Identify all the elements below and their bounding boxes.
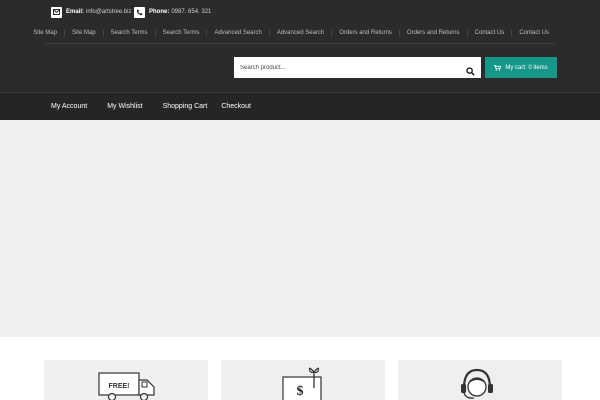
- site-header: Email: info@artstree.biz Phone: 0987. 65…: [0, 0, 600, 92]
- email-contact: Email: info@artstree.biz: [51, 5, 131, 19]
- top-link-search-terms-2[interactable]: Search Terms: [154, 30, 207, 36]
- top-link-contact-us[interactable]: Contact Us: [466, 30, 512, 36]
- email-label: Email:: [66, 9, 85, 15]
- phone-value: 0987. 654. 321: [171, 9, 212, 15]
- phone-label: Phone:: [149, 9, 170, 15]
- truck-badge-text: FREE!: [109, 383, 130, 390]
- top-link-advanced-search-2[interactable]: Advanced Search: [268, 30, 331, 36]
- dollar-symbol: $: [297, 384, 304, 399]
- phone-contact: Phone: 0987. 654. 321: [134, 5, 211, 19]
- support-headset-icon: [461, 368, 493, 399]
- cart-button[interactable]: My cart: 0 items: [485, 57, 557, 78]
- top-link-advanced-search[interactable]: Advanced Search: [206, 30, 268, 36]
- email-value[interactable]: info@artstree.biz: [86, 9, 131, 15]
- main-nav: My Account My Wishlist Shopping Cart Che…: [0, 92, 600, 120]
- feature-box-gift: $: [221, 360, 385, 400]
- nav-checkout[interactable]: Checkout: [214, 103, 258, 110]
- nav-my-wishlist[interactable]: My Wishlist: [100, 103, 149, 110]
- cart-icon: [494, 64, 502, 71]
- top-links: Site Map Site Map Search Terms Search Te…: [26, 27, 556, 39]
- search-bar: [234, 57, 481, 78]
- feature-box-shipping: FREE!: [44, 360, 208, 400]
- top-link-site-map-2[interactable]: Site Map: [63, 30, 103, 36]
- cart-label: My cart: 0 items: [505, 64, 548, 71]
- phone-icon: [134, 6, 145, 18]
- delivery-truck-icon: FREE!: [98, 372, 155, 400]
- top-link-orders-returns-2[interactable]: Orders and Returns: [398, 30, 467, 36]
- top-link-orders-returns[interactable]: Orders and Returns: [331, 30, 399, 36]
- top-link-site-map[interactable]: Site Map: [26, 30, 64, 36]
- gift-card-icon: $: [282, 367, 322, 400]
- header-divider: [44, 43, 556, 44]
- feature-box-support: [398, 360, 562, 400]
- top-link-contact-us-2[interactable]: Contact Us: [511, 30, 556, 36]
- envelope-icon: [51, 6, 62, 18]
- search-icon[interactable]: [466, 63, 475, 76]
- top-link-search-terms[interactable]: Search Terms: [102, 30, 155, 36]
- nav-shopping-cart[interactable]: Shopping Cart: [156, 103, 215, 110]
- search-input[interactable]: [234, 57, 454, 78]
- hero-banner: [0, 120, 600, 337]
- nav-my-account[interactable]: My Account: [44, 103, 94, 110]
